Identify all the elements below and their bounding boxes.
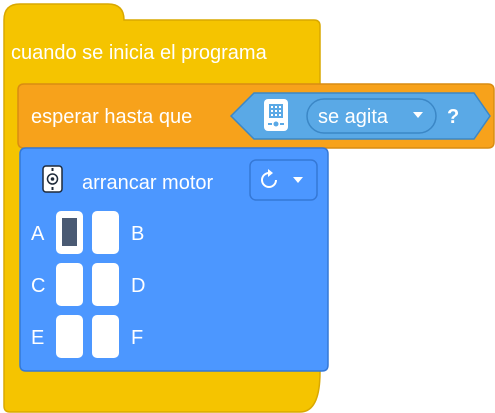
port-label-f: F bbox=[131, 327, 143, 349]
port-f-toggle[interactable] bbox=[92, 315, 119, 358]
port-c-toggle[interactable] bbox=[56, 263, 83, 306]
hub-sensor-icon bbox=[264, 99, 288, 131]
wait-block-label: esperar hasta que bbox=[31, 106, 192, 128]
port-label-d: D bbox=[131, 275, 145, 297]
direction-dropdown[interactable] bbox=[249, 159, 318, 201]
motor-icon bbox=[42, 165, 63, 193]
port-b-toggle[interactable] bbox=[92, 211, 119, 254]
sensor-condition-input[interactable]: se agita ? bbox=[229, 92, 491, 140]
start-motor-block[interactable]: arrancar motor A B C D E F bbox=[19, 147, 329, 372]
port-a-selected-indicator bbox=[62, 218, 77, 246]
event-block-label: cuando se inicia el programa bbox=[11, 42, 268, 64]
port-d-toggle[interactable] bbox=[92, 263, 119, 306]
port-label-b: B bbox=[131, 223, 144, 245]
port-label-c: C bbox=[31, 275, 45, 297]
motor-block-label: arrancar motor bbox=[82, 172, 213, 194]
condition-dropdown-value: se agita bbox=[318, 106, 389, 128]
wait-until-block[interactable]: esperar hasta que se agita ? bbox=[17, 83, 495, 149]
port-label-a: A bbox=[31, 223, 45, 245]
condition-dropdown[interactable]: se agita bbox=[306, 98, 437, 134]
condition-suffix: ? bbox=[447, 106, 459, 128]
port-label-e: E bbox=[31, 327, 44, 349]
port-e-toggle[interactable] bbox=[56, 315, 83, 358]
